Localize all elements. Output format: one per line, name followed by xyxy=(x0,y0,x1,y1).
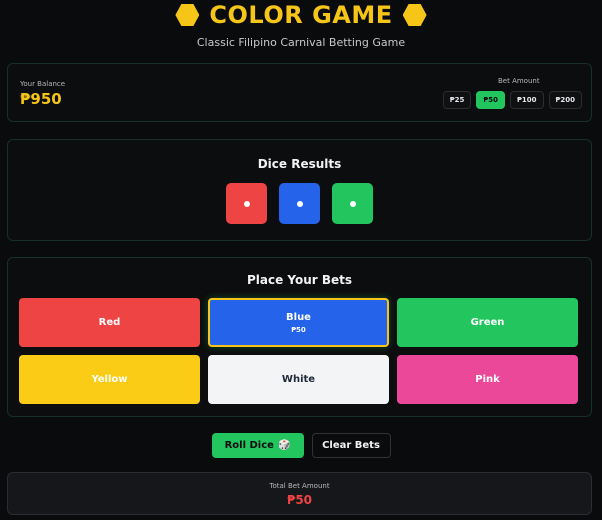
action-buttons: Roll Dice 🎲 Clear Bets xyxy=(0,433,602,458)
bet-white-button[interactable]: White xyxy=(208,355,389,404)
die-pip xyxy=(349,200,356,207)
page-title: COLOR GAME xyxy=(209,1,393,29)
bet-pink-button[interactable]: Pink xyxy=(397,355,578,404)
roll-dice-label: Roll Dice xyxy=(224,440,274,451)
die-3 xyxy=(332,183,373,224)
clear-bets-button[interactable]: Clear Bets xyxy=(311,433,391,458)
total-bet-panel: Total Bet Amount ₱50 xyxy=(7,472,592,515)
balance-label: Your Balance xyxy=(20,80,66,88)
bet-amount-50-button[interactable]: ₱50 xyxy=(476,91,506,109)
bet-placed-amount: ₱50 xyxy=(291,325,306,334)
dice-icon: 🎲 xyxy=(277,440,291,451)
bet-label: Blue xyxy=(286,311,311,323)
title-row: COLOR GAME xyxy=(0,1,602,29)
bet-amount-options: ₱25 ₱50 ₱100 ₱200 xyxy=(442,91,582,109)
dice-results-panel: Dice Results xyxy=(7,139,592,241)
bet-label: White xyxy=(281,374,316,385)
dice-row xyxy=(8,183,591,224)
bet-blue-button[interactable]: Blue ₱50 xyxy=(208,298,389,347)
hexagon-icon xyxy=(402,3,427,27)
bet-label: Green xyxy=(470,317,505,328)
bet-label: Pink xyxy=(475,374,500,385)
bet-label: Red xyxy=(98,317,121,328)
die-2 xyxy=(279,183,320,224)
bet-amount-25-button[interactable]: ₱25 xyxy=(442,91,472,109)
dice-results-title: Dice Results xyxy=(257,157,342,171)
die-1 xyxy=(226,183,267,224)
balance-panel: Your Balance ₱950 Bet Amount ₱25 ₱50 ₱10… xyxy=(7,63,592,122)
hexagon-icon xyxy=(175,3,200,27)
bet-amount-200-button[interactable]: ₱200 xyxy=(548,91,582,109)
bet-yellow-button[interactable]: Yellow xyxy=(19,355,200,404)
bet-amount-label: Bet Amount xyxy=(498,77,540,85)
bet-green-button[interactable]: Green xyxy=(397,298,578,347)
bet-red-button[interactable]: Red xyxy=(19,298,200,347)
total-bet-label: Total Bet Amount xyxy=(269,482,330,490)
page-subtitle: Classic Filipino Carnival Betting Game xyxy=(196,36,406,49)
header: COLOR GAME Classic Filipino Carnival Bet… xyxy=(0,0,602,56)
total-bet-value: ₱50 xyxy=(286,493,313,507)
die-pip xyxy=(296,200,303,207)
place-bets-panel: Place Your Bets Red Blue ₱50 Green Yello… xyxy=(7,257,592,417)
die-pip xyxy=(243,200,250,207)
place-bets-title: Place Your Bets xyxy=(246,273,353,287)
balance-value: ₱950 xyxy=(20,90,62,108)
bet-amount-100-button[interactable]: ₱100 xyxy=(510,91,544,109)
bet-grid: Red Blue ₱50 Green Yellow White Pink xyxy=(19,298,578,404)
roll-dice-button[interactable]: Roll Dice 🎲 xyxy=(211,433,304,458)
bet-label: Yellow xyxy=(91,374,128,385)
